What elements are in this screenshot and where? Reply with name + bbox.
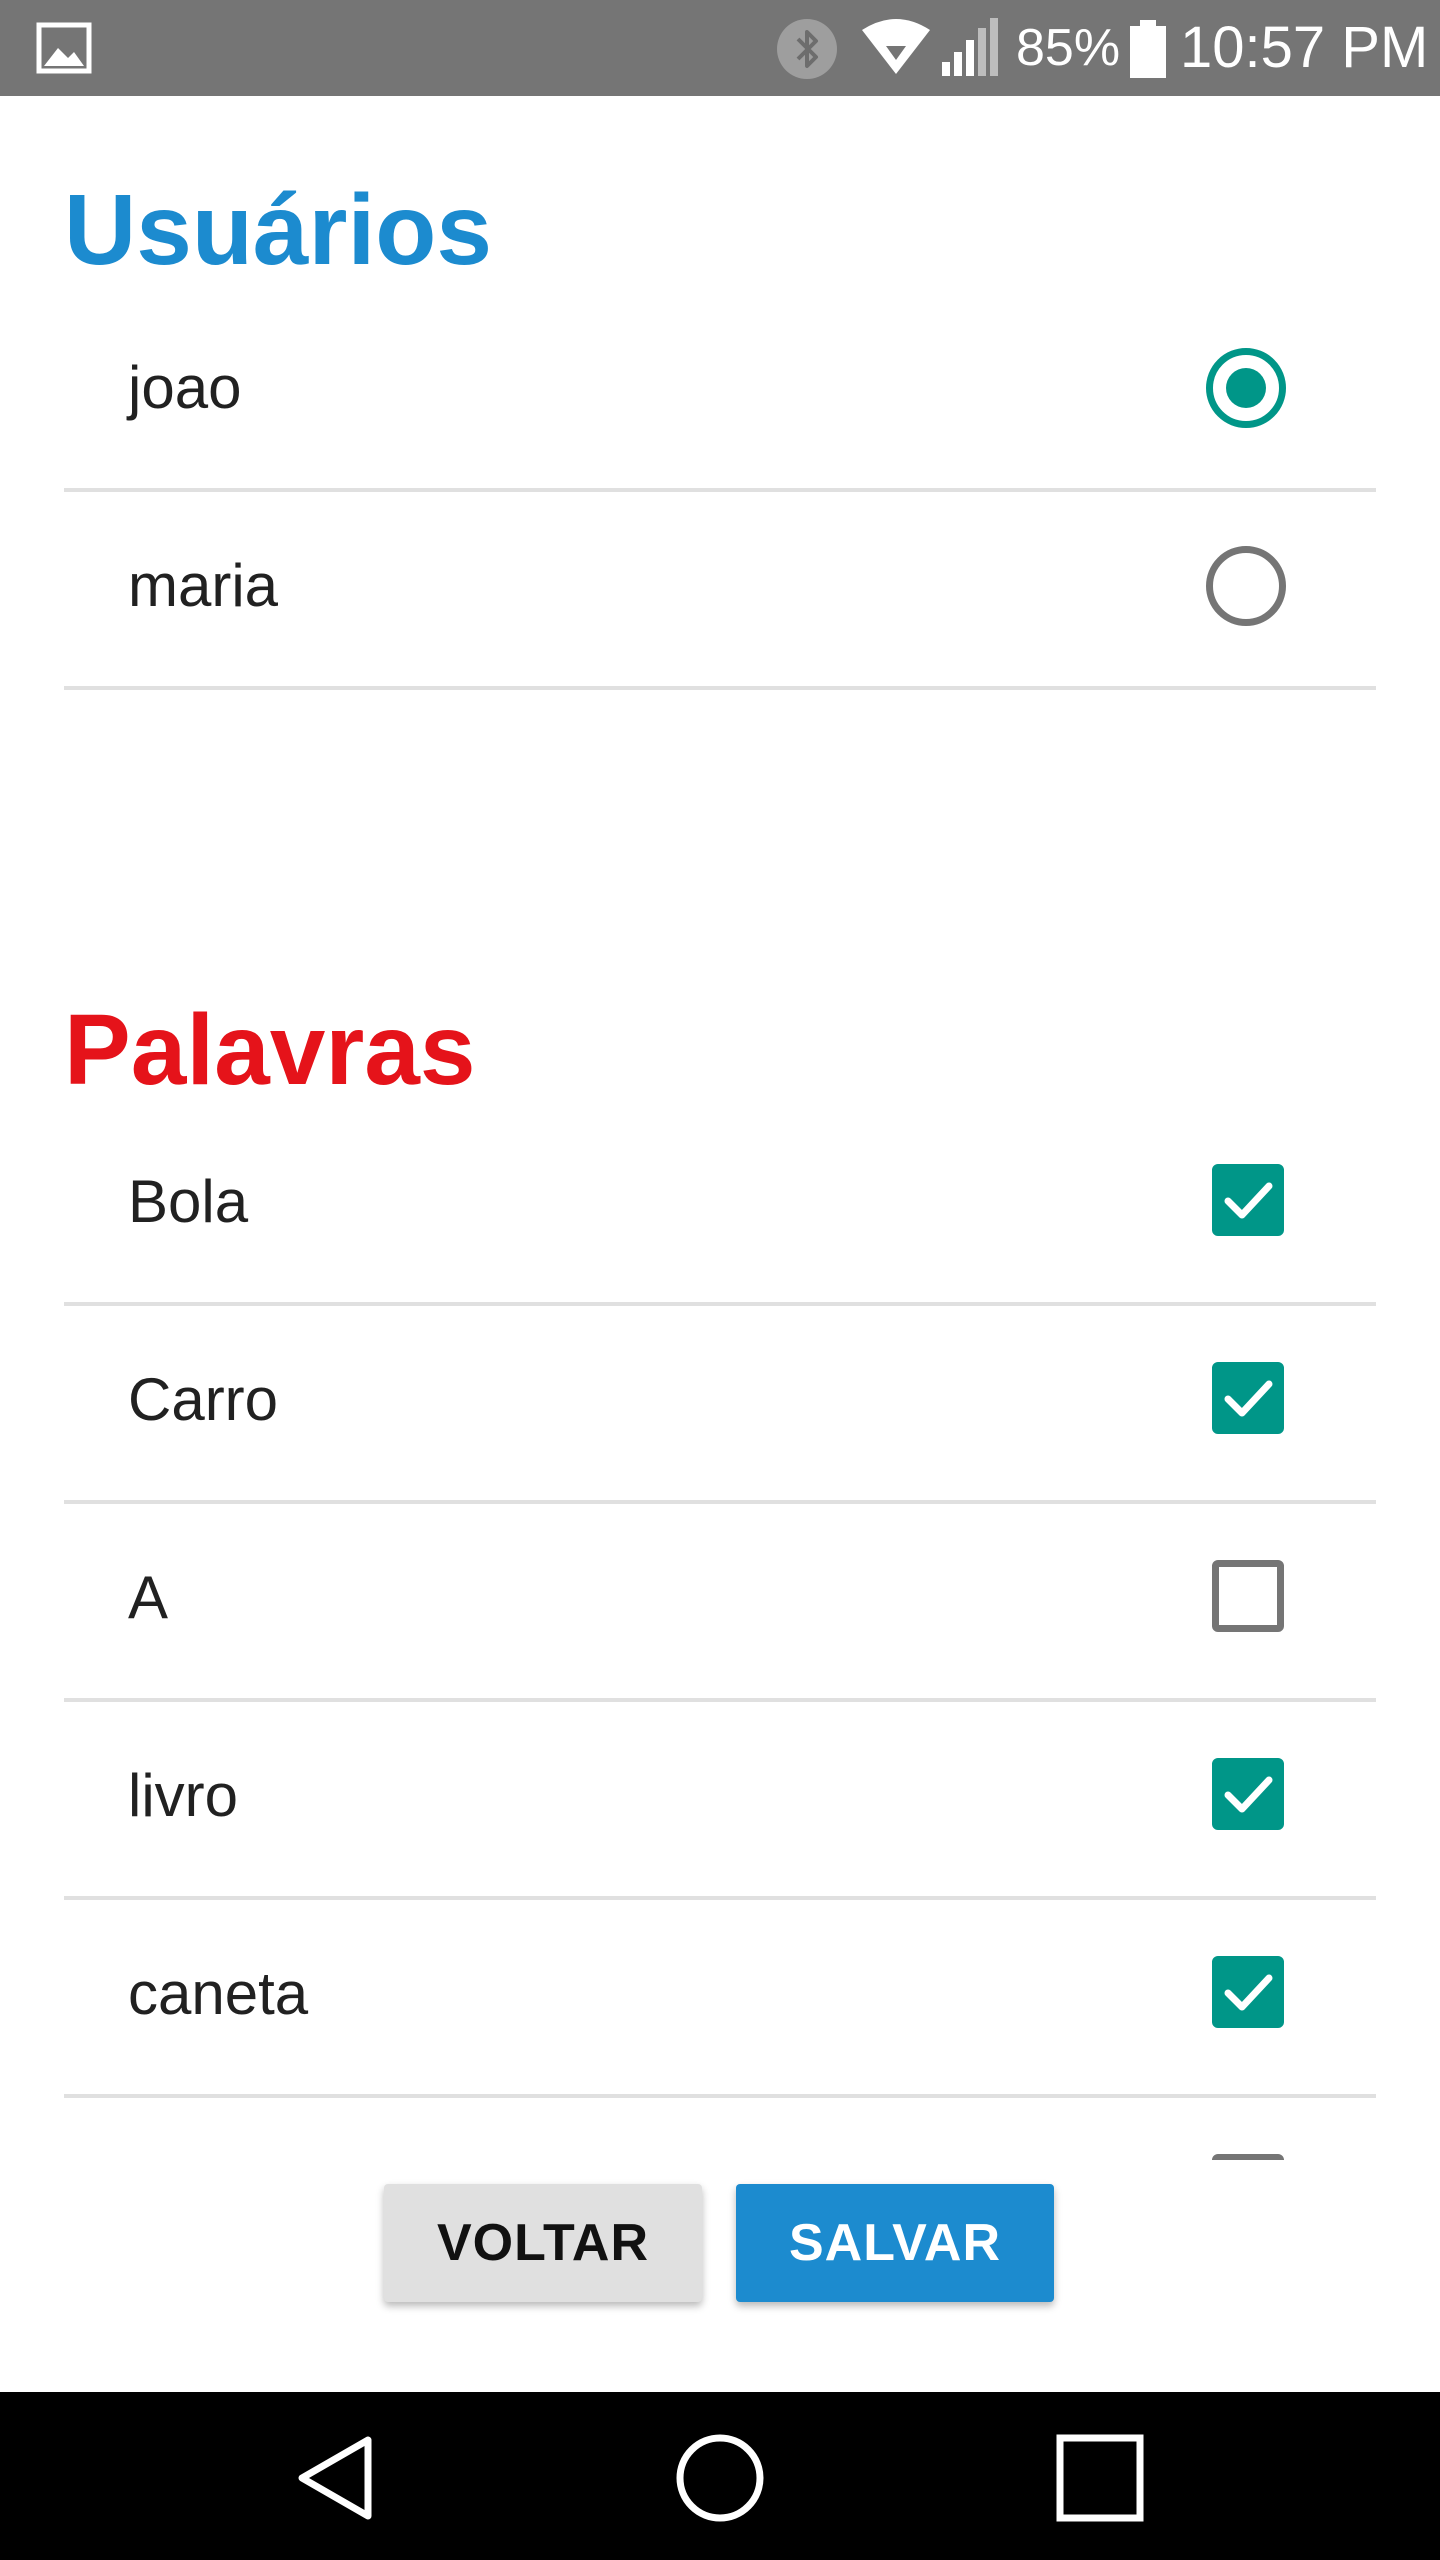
user-row[interactable]: joao	[64, 294, 1376, 492]
word-row[interactable]: A	[64, 1504, 1376, 1702]
word-checkbox[interactable]	[1212, 2154, 1284, 2160]
home-circle-icon[interactable]	[670, 2428, 770, 2528]
word-label: A	[128, 1564, 169, 1631]
word-label: Bola	[128, 1168, 249, 1235]
word-checkbox[interactable]	[1212, 1560, 1284, 1632]
word-row[interactable]	[64, 2098, 1376, 2160]
back-button[interactable]: VOLTAR	[384, 2184, 702, 2302]
user-row[interactable]: maria	[64, 492, 1376, 690]
recents-square-icon[interactable]	[1050, 2428, 1150, 2528]
word-checkbox[interactable]	[1212, 1164, 1284, 1236]
word-checkbox[interactable]	[1212, 1956, 1284, 2028]
check-icon	[1224, 1380, 1273, 1417]
clock: 10:57 PM	[1180, 15, 1429, 80]
back-triangle-icon[interactable]	[290, 2428, 390, 2528]
user-radio-button[interactable]	[1206, 348, 1286, 428]
gallery-icon	[36, 22, 92, 74]
word-row[interactable]: caneta	[64, 1900, 1376, 2098]
bluetooth-icon	[777, 19, 837, 79]
users-list: joao maria	[64, 294, 1376, 690]
check-icon	[1224, 1974, 1273, 2011]
battery-percent: 85%	[1016, 19, 1121, 77]
word-checkbox[interactable]	[1212, 1362, 1284, 1434]
check-icon	[1224, 1182, 1273, 1219]
word-label: livro	[128, 1762, 239, 1829]
wifi-icon	[862, 19, 930, 74]
words-list: Bola Carro Alivro caneta	[64, 1108, 1376, 2160]
user-name-label: maria	[128, 552, 279, 619]
word-label: caneta	[128, 1960, 309, 2027]
word-row[interactable]: Bola	[64, 1108, 1376, 1306]
status-bar: 85% 10:57 PM	[0, 0, 1440, 96]
navigation-bar	[0, 2392, 1440, 2560]
users-section-title: Usuários	[64, 174, 492, 286]
word-row[interactable]: Carro	[64, 1306, 1376, 1504]
words-section-title: Palavras	[64, 994, 476, 1106]
check-icon	[1224, 1776, 1273, 1813]
word-checkbox[interactable]	[1212, 1758, 1284, 1830]
save-button[interactable]: SALVAR	[736, 2184, 1054, 2302]
user-radio-button[interactable]	[1206, 546, 1286, 626]
word-row[interactable]: livro	[64, 1702, 1376, 1900]
battery-icon	[1130, 20, 1166, 78]
user-name-label: joao	[128, 354, 242, 421]
signal-icon	[942, 18, 998, 76]
word-label: Carro	[128, 1366, 279, 1433]
